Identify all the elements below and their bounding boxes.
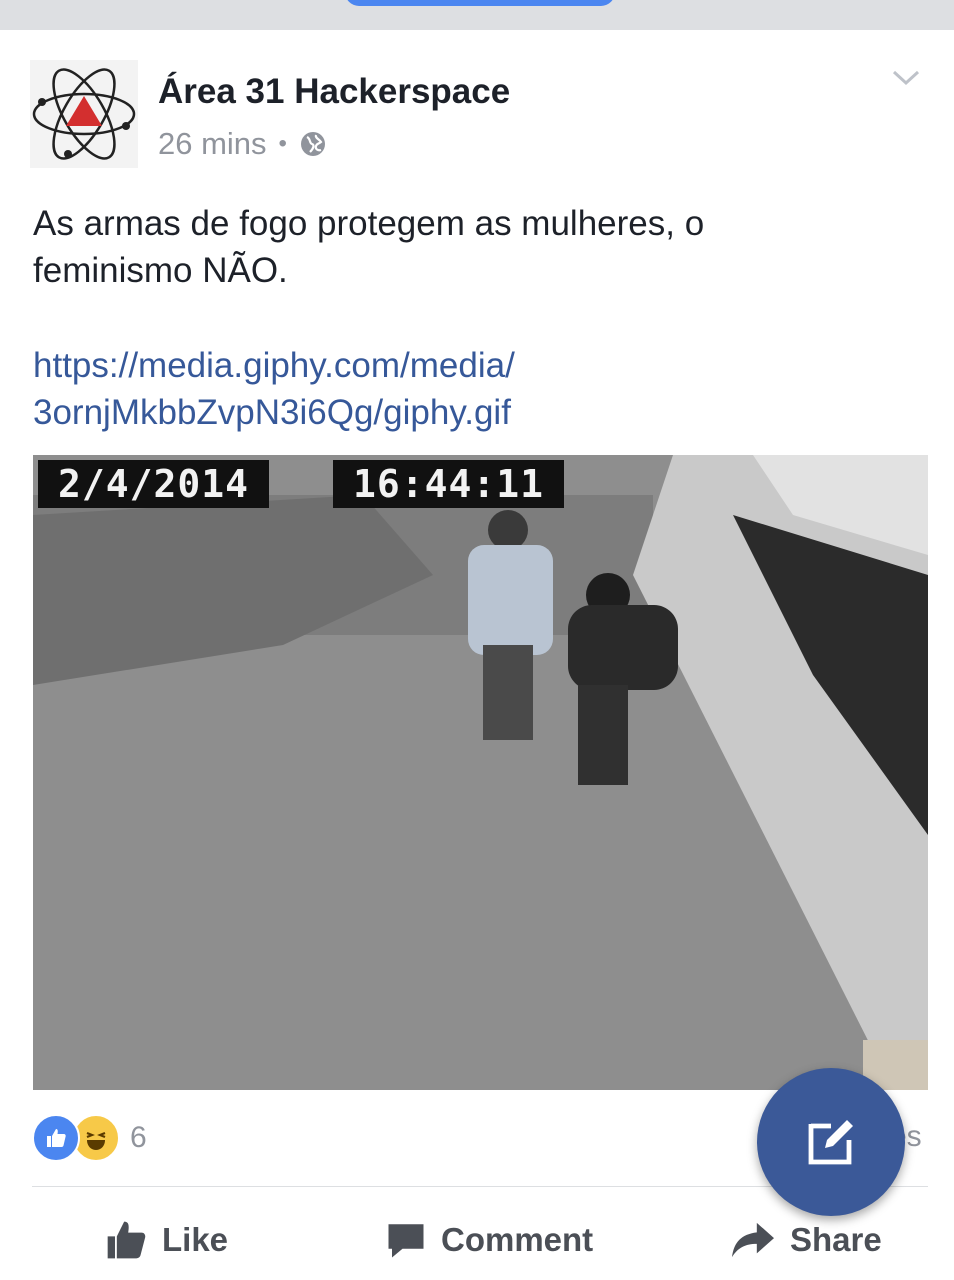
meta-separator: • bbox=[278, 130, 287, 157]
cctv-date-stamp: 2/4/2014 bbox=[38, 460, 270, 508]
cctv-time-stamp: 16:44:11 bbox=[333, 460, 565, 508]
like-button[interactable]: Like bbox=[104, 1212, 228, 1268]
like-reaction-icon bbox=[32, 1114, 80, 1162]
globe-icon bbox=[300, 132, 325, 156]
page-name[interactable]: Área 31 Hackerspace bbox=[158, 72, 510, 112]
compose-post-button[interactable] bbox=[757, 1068, 905, 1216]
page-avatar[interactable] bbox=[30, 60, 138, 168]
edit-pencil-icon bbox=[808, 1120, 853, 1165]
reactions-summary[interactable]: 6 bbox=[32, 1114, 147, 1162]
top-bar bbox=[0, 0, 954, 30]
reaction-count: 6 bbox=[130, 1121, 147, 1154]
post-message: As armas de fogo protegem as mulheres, o… bbox=[33, 200, 913, 294]
like-label: Like bbox=[162, 1221, 229, 1258]
atom-logo-icon bbox=[32, 68, 136, 160]
gif-media[interactable]: 2/4/2014 16:44:11 bbox=[33, 455, 928, 1090]
comment-button[interactable]: Comment bbox=[385, 1212, 593, 1268]
comment-bubble-icon bbox=[385, 1219, 427, 1261]
post-message-line-1: As armas de fogo protegem as mulheres, o bbox=[33, 204, 705, 243]
new-stories-pill[interactable] bbox=[345, 0, 615, 6]
post-timestamp[interactable]: 26 mins bbox=[158, 126, 267, 162]
post-link[interactable]: https://media.giphy.com/media/ 3ornjMkbb… bbox=[33, 342, 913, 436]
thumbs-up-icon bbox=[104, 1218, 148, 1262]
post-meta: 26 mins • bbox=[158, 124, 327, 164]
share-label: Share bbox=[790, 1221, 882, 1258]
share-arrow-icon bbox=[730, 1219, 776, 1261]
post-link-line-1[interactable]: https://media.giphy.com/media/ bbox=[33, 342, 913, 389]
post-link-line-2[interactable]: 3ornjMkbbZvpN3i6Qg/giphy.gif bbox=[33, 389, 913, 436]
cctv-scene-image bbox=[33, 455, 928, 1090]
post-message-line-2: feminismo NÃO. bbox=[33, 251, 288, 290]
share-button[interactable]: Share bbox=[730, 1212, 882, 1268]
comment-label: Comment bbox=[441, 1221, 594, 1258]
post-options-chevron-icon[interactable] bbox=[888, 62, 924, 92]
